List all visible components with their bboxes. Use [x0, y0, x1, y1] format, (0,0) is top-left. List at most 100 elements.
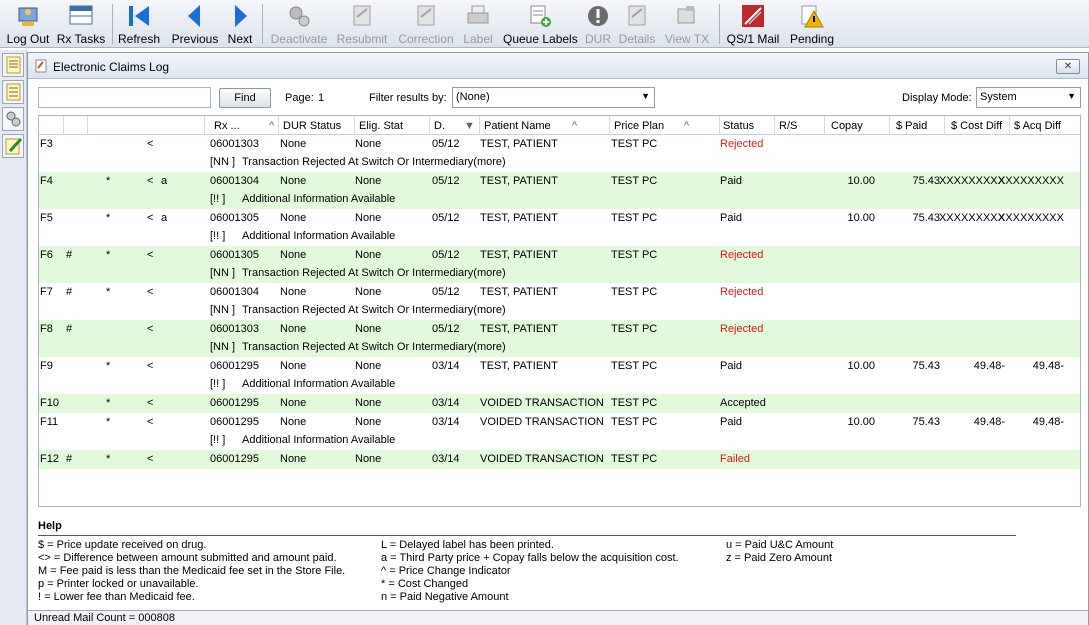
cell-copay: 10.00: [847, 175, 875, 187]
column-header-d[interactable]: D.: [434, 120, 445, 132]
note-text[interactable]: Additional Information Available: [242, 434, 395, 446]
search-input[interactable]: [38, 87, 211, 108]
cell-copay: 10.00: [847, 416, 875, 428]
cell-acq: 49.48-: [1032, 416, 1064, 428]
cell-status: Rejected: [720, 286, 764, 298]
table-row[interactable]: F5 * < a 06001305 None None 05/12 TEST, PATIENT T…: [39, 209, 1080, 246]
cell-status: Paid: [720, 360, 743, 372]
close-window-button[interactable]: ✕: [1056, 59, 1080, 74]
column-header-price-plan[interactable]: Price Plan: [614, 120, 664, 132]
cell-date: 05/12: [432, 323, 460, 335]
cell-plan: TEST PC: [611, 175, 658, 187]
deactivate-button[interactable]: Deactivate: [268, 2, 330, 46]
list-icon[interactable]: [2, 80, 24, 104]
label-button[interactable]: Label: [463, 2, 493, 46]
previous-button[interactable]: Previous: [170, 2, 220, 46]
column-header-r-s[interactable]: R/S: [779, 120, 797, 132]
correction-button[interactable]: Correction: [396, 2, 456, 46]
note-text[interactable]: Additional Information Available: [242, 193, 395, 205]
column-header-patient-name[interactable]: Patient Name: [484, 120, 551, 132]
cell-rx: 06001303: [210, 323, 259, 335]
cell-date: 03/14: [432, 453, 460, 465]
cell-flag: #: [66, 286, 73, 298]
qs-1-mail-button[interactable]: QS/1 Mail: [724, 2, 782, 46]
column-header-acq-diff[interactable]: $ Acq Diff: [1014, 120, 1061, 132]
cell-rx: 06001304: [210, 286, 259, 298]
cell-star: *: [106, 249, 111, 261]
cell-patient: TEST, PATIENT: [480, 360, 558, 372]
view-tx-icon: [674, 3, 700, 29]
cell-plan: TEST PC: [611, 453, 658, 465]
help-item: $ = Price update received on drug.: [38, 539, 207, 551]
note-text[interactable]: Transaction Rejected At Switch Or Interm…: [242, 156, 506, 168]
cell-rx: 06001303: [210, 138, 259, 150]
cell-status: Rejected: [720, 138, 764, 150]
dur-button[interactable]: DUR: [584, 2, 612, 46]
log-out-button[interactable]: Log Out: [3, 2, 53, 46]
cell-patient: VOIDED TRANSACTION: [480, 397, 604, 409]
table-row[interactable]: F4 * < a 06001304 None None 05/12 TEST, PATIENT T…: [39, 172, 1080, 209]
table-row[interactable]: F7 # * <06001304 None None 05/12 TEST, PATIENT T…: [39, 283, 1080, 320]
pending-button[interactable]: Pending: [789, 2, 835, 46]
display-mode-select[interactable]: System ▼: [976, 87, 1081, 108]
dur-alert-icon: [585, 3, 611, 29]
cell-elig: None: [355, 323, 382, 335]
cell-patient: VOIDED TRANSACTION: [480, 453, 604, 465]
refresh-button[interactable]: Refresh: [118, 2, 160, 46]
column-header-elig-stat[interactable]: Elig. Stat: [359, 120, 403, 132]
find-button[interactable]: Find: [219, 88, 271, 108]
page-label: Page:: [285, 92, 314, 104]
filter-select[interactable]: (None) ▼: [452, 87, 655, 108]
details-button[interactable]: Details: [618, 2, 656, 46]
queue-labels-icon: [527, 3, 553, 29]
cell-star: *: [106, 286, 111, 298]
cell-dur: None: [280, 286, 307, 298]
column-header-copay[interactable]: Copay: [831, 120, 863, 132]
note-text[interactable]: Additional Information Available: [242, 230, 395, 242]
cell-date: 03/14: [432, 416, 460, 428]
table-row[interactable]: F8 # <06001303 None None 05/12 TEST, PATIENT TE…: [39, 320, 1080, 357]
edit-notes-icon[interactable]: [2, 134, 24, 158]
cell-ind: <: [147, 138, 154, 150]
window-titlebar: Electronic Claims Log ✕: [28, 53, 1088, 79]
cell-a: a: [161, 212, 168, 224]
cell-cost: 49.48-: [973, 360, 1005, 372]
note-text[interactable]: Transaction Rejected At Switch Or Interm…: [242, 304, 506, 316]
settings-icon[interactable]: [2, 107, 24, 131]
table-row[interactable]: F9 * <06001295 None None 03/14 TEST, PATIENT TE…: [39, 357, 1080, 394]
cell-elig: None: [355, 286, 382, 298]
table-row[interactable]: F10 * <06001295 None None 03/14 VOIDED TRANSAC…: [39, 394, 1080, 413]
help-item: ^ = Price Change Indicator: [381, 565, 511, 577]
column-header-status[interactable]: Status: [723, 120, 754, 132]
chevron-down-icon: ▼: [641, 91, 650, 101]
cell-key: F9: [40, 360, 53, 372]
next-label: Next: [227, 32, 253, 46]
cell-star: *: [106, 453, 111, 465]
table-row[interactable]: F3 <06001303 None None 05/12 TEST, PATIENT TES…: [39, 135, 1080, 172]
note-code: [NN ]: [210, 304, 236, 316]
cell-status: Rejected: [720, 323, 764, 335]
next-arrow-icon: [227, 3, 253, 29]
cell-status: Accepted: [720, 397, 766, 409]
rx-tasks-button[interactable]: Rx Tasks: [56, 2, 106, 46]
column-header-paid[interactable]: $ Paid: [896, 120, 927, 132]
resubmit-button[interactable]: Resubmit: [335, 2, 389, 46]
next-button[interactable]: Next: [226, 2, 254, 46]
cell-date: 05/12: [432, 249, 460, 261]
view-tx-button[interactable]: View TX: [664, 2, 710, 46]
cell-date: 03/14: [432, 397, 460, 409]
table-row[interactable]: F12 # * <06001295 None None 03/14 VOIDED TRANSA…: [39, 450, 1080, 469]
note-text[interactable]: Additional Information Available: [242, 378, 395, 390]
notes-icon[interactable]: [2, 53, 24, 77]
queue-labels-button[interactable]: Queue Labels: [503, 2, 578, 46]
cell-rx: 06001295: [210, 416, 259, 428]
column-header-cost-diff[interactable]: $ Cost Diff: [951, 120, 1002, 132]
cell-status: Paid: [720, 175, 743, 187]
table-row[interactable]: F11 * <06001295 None None 03/14 VOIDED TRANSAC…: [39, 413, 1080, 450]
column-header-rx[interactable]: Rx ...: [214, 120, 240, 132]
table-row[interactable]: F6 # * <06001305 None None 05/12 TEST, PATIENT T…: [39, 246, 1080, 283]
column-header-dur-status[interactable]: DUR Status: [283, 120, 341, 132]
note-text[interactable]: Transaction Rejected At Switch Or Interm…: [242, 341, 506, 353]
note-text[interactable]: Transaction Rejected At Switch Or Interm…: [242, 267, 506, 279]
previous-label: Previous: [171, 32, 219, 46]
